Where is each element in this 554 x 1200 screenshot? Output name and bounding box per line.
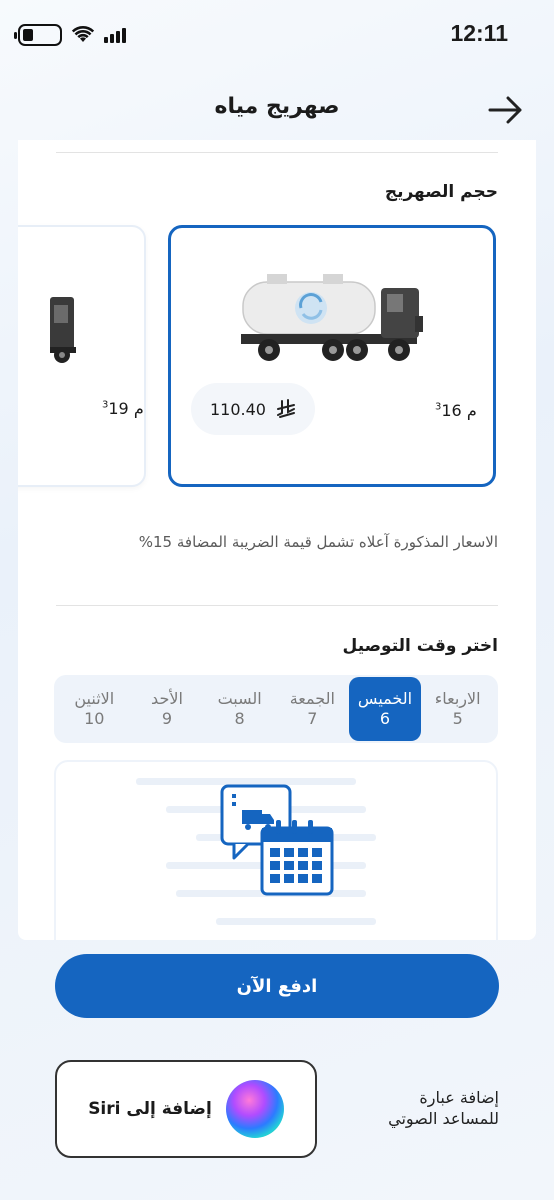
riyal-icon: [276, 399, 295, 418]
tanker-volume: 319 م: [102, 399, 144, 418]
back-arrow-icon[interactable]: [486, 90, 526, 130]
day-option[interactable]: الاربعاء 5: [421, 677, 494, 741]
tanker-option-19[interactable]: 319 م: [18, 225, 146, 487]
truck-image: [241, 274, 423, 361]
wifi-icon: [72, 26, 94, 42]
status-time: 12:11: [450, 20, 508, 46]
delivery-calendar-illustration: [136, 778, 376, 925]
day-option[interactable]: الاثنين 10: [58, 677, 131, 741]
add-to-siri-button[interactable]: إضافة إلى Siri: [55, 1060, 317, 1158]
siri-icon: [225, 1080, 284, 1138]
time-slots-empty-state: [54, 760, 498, 940]
price-pill: 110.40: [191, 383, 315, 435]
vat-note: الاسعار المذكورة آعلاه تشمل قيمة الضريبة…: [138, 533, 498, 551]
price-value: 110.40: [210, 399, 266, 419]
divider: [56, 152, 498, 153]
page-title: صهريج مياه: [214, 94, 340, 119]
day-option-selected[interactable]: الخميس 6: [348, 677, 422, 741]
day-option[interactable]: الأحد 9: [131, 677, 204, 741]
status-icons: [14, 24, 126, 46]
battery-icon: [14, 24, 62, 46]
pay-now-button[interactable]: ادفع الآن: [55, 954, 499, 1018]
header: صهريج مياه: [0, 78, 554, 138]
day-option[interactable]: الجمعة 7: [276, 677, 349, 741]
day-selector: الاربعاء 5 الخميس 6 الجمعة 7 السبت 8 الأحد 9 …: [54, 675, 498, 743]
siri-description: إضافة عبارة للمساعد الصوتي: [388, 1088, 499, 1128]
status-bar: 12:11: [0, 0, 554, 70]
tanker-volume: 316 م: [435, 401, 477, 420]
day-option[interactable]: السبت 8: [203, 677, 276, 741]
signal-icon: [104, 27, 126, 43]
siri-button-label: إضافة إلى Siri: [88, 1099, 212, 1119]
truck-image: [50, 297, 76, 363]
delivery-title: اختر وقت التوصيل: [342, 636, 498, 656]
tanker-option-16[interactable]: 110.40 316 م: [168, 225, 496, 487]
tank-size-title: حجم الصهريج: [384, 182, 498, 202]
content-card: حجم الصهريج 319 م 110.40 316 م الاسعار ا…: [18, 140, 536, 940]
divider: [56, 605, 498, 606]
